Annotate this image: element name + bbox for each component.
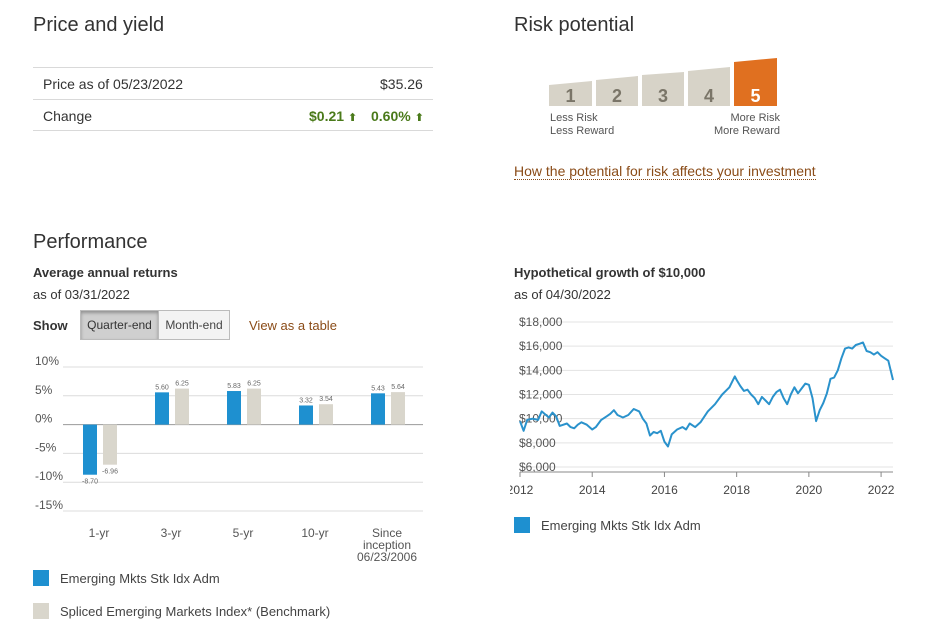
average-returns-title: Average annual returns xyxy=(33,265,178,280)
risk-low-label-line2: Less Reward xyxy=(550,125,615,137)
y-tick-label: -5% xyxy=(35,440,57,454)
price-yield-title: Price and yield xyxy=(33,14,165,36)
average-returns-chart: 10% 5% 0% -5% -10% -15% -8.70 -6.96 1-yr 5.60 6.25… xyxy=(35,355,423,564)
risk-title: Risk potential xyxy=(514,14,635,36)
growth-legend-swatch xyxy=(514,517,530,533)
bar-benchmark xyxy=(319,404,333,425)
y-tick-label: $8,000 xyxy=(519,436,556,450)
price-label: Price as of 05/23/2022 xyxy=(43,76,184,92)
divider xyxy=(33,99,433,100)
bar-benchmark xyxy=(103,424,117,465)
divider xyxy=(33,67,433,68)
tab-quarter-end[interactable]: Quarter-end xyxy=(80,310,159,340)
risk-low-label: Less Risk Less Reward xyxy=(550,112,614,138)
performance-title: Performance xyxy=(33,231,148,253)
arrow-up-icon: ⬆ xyxy=(414,112,424,124)
legend-fund-label: Emerging Mkts Stk Idx Adm xyxy=(60,571,220,586)
risk-high-label: More Risk More Reward xyxy=(700,112,780,138)
change-amount: $0.21 ⬆ xyxy=(309,108,357,124)
legend-benchmark-label: Spliced Emerging Markets Index* (Benchma… xyxy=(60,604,331,619)
bar-value-label: 3.32 xyxy=(299,397,313,404)
risk-scale: 1 2 3 4 5 xyxy=(549,56,779,108)
x-tick-label: 3-yr xyxy=(161,526,182,540)
risk-level-4: 4 xyxy=(703,86,714,106)
x-tick-label: 2022 xyxy=(868,483,895,497)
average-returns-asof: as of 03/31/2022 xyxy=(33,287,130,302)
bar-fund xyxy=(227,391,241,425)
bar-value-label: 6.25 xyxy=(247,381,261,388)
risk-level-2: 2 xyxy=(611,86,622,106)
y-tick-label: 10% xyxy=(35,355,59,368)
risk-level-1: 1 xyxy=(565,86,576,106)
bar-value-label: 5.83 xyxy=(227,383,241,390)
bar-value-label: 6.25 xyxy=(175,381,189,388)
bar-value-label: 3.54 xyxy=(319,396,333,403)
x-tick-label: 2014 xyxy=(579,483,606,497)
bar-fund xyxy=(83,424,97,475)
y-tick-label: 5% xyxy=(35,383,53,397)
bar-value-label: 5.64 xyxy=(391,384,405,391)
growth-legend-label: Emerging Mkts Stk Idx Adm xyxy=(541,518,701,533)
view-as-table-link[interactable]: View as a table xyxy=(249,318,337,333)
change-percent-value: 0.60% xyxy=(371,108,411,124)
growth-chart: $18,000$16,000$14,000$12,000$10,000$8,00… xyxy=(510,315,895,497)
x-tick-label: 5-yr xyxy=(233,526,254,540)
bar-value-label: -8.70 xyxy=(82,479,98,486)
legend-benchmark-swatch xyxy=(33,603,49,619)
y-tick-label: $12,000 xyxy=(519,388,563,402)
risk-level-3: 3 xyxy=(657,86,668,106)
x-tick-label: 1-yr xyxy=(89,526,110,540)
bar-benchmark xyxy=(175,388,189,425)
arrow-up-icon: ⬆ xyxy=(348,112,358,124)
y-tick-label: 0% xyxy=(35,412,53,426)
change-amount-value: $0.21 xyxy=(309,108,345,124)
bar-value-label: 5.60 xyxy=(155,384,169,391)
risk-level-5: 5 xyxy=(750,86,761,106)
tab-month-end[interactable]: Month-end xyxy=(158,310,230,340)
x-tick-label: 2020 xyxy=(796,483,823,497)
legend-fund-swatch xyxy=(33,570,49,586)
bar-value-label: 5.43 xyxy=(371,385,385,392)
bar-benchmark xyxy=(247,388,261,425)
change-label: Change xyxy=(43,108,93,124)
y-tick-label: $16,000 xyxy=(519,339,563,353)
y-tick-label: -15% xyxy=(35,498,63,512)
growth-asof: as of 04/30/2022 xyxy=(514,287,611,302)
x-tick-label: 10-yr xyxy=(301,526,328,540)
risk-explanation-link[interactable]: How the potential for risk affects your … xyxy=(514,163,816,180)
y-tick-label: -10% xyxy=(35,469,63,483)
x-tick-label: 2012 xyxy=(510,483,534,497)
x-tick-label: 06/23/2006 xyxy=(357,550,417,564)
divider xyxy=(33,130,433,131)
y-tick-label: $14,000 xyxy=(519,363,563,377)
show-label: Show xyxy=(33,318,68,333)
x-tick-label: 2016 xyxy=(651,483,678,497)
x-tick-label: 2018 xyxy=(723,483,750,497)
y-tick-label: $18,000 xyxy=(519,315,563,329)
bar-benchmark xyxy=(391,392,405,425)
growth-title: Hypothetical growth of $10,000 xyxy=(514,265,706,280)
bar-fund xyxy=(371,393,385,425)
bar-fund xyxy=(155,392,169,425)
bar-value-label: -6.96 xyxy=(102,469,118,476)
risk-high-label-line2: More Reward xyxy=(713,125,780,137)
bar-fund xyxy=(299,405,313,425)
price-value: $35.26 xyxy=(380,76,423,92)
change-percent: 0.60% ⬆ xyxy=(371,108,424,124)
risk-low-label-line1: Less Risk xyxy=(550,112,598,124)
risk-high-label-line1: More Risk xyxy=(730,112,780,124)
